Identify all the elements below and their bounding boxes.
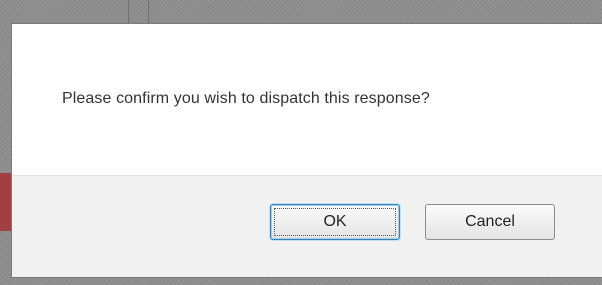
- background-divider: [148, 0, 149, 24]
- cancel-button-label: Cancel: [465, 213, 515, 230]
- ok-button[interactable]: OK: [270, 204, 400, 240]
- cancel-button[interactable]: Cancel: [425, 204, 555, 240]
- ok-button-label: OK: [323, 213, 347, 230]
- background-accent-strip: [0, 173, 12, 231]
- confirm-dialog: Please confirm you wish to dispatch this…: [12, 24, 602, 277]
- dialog-footer: OK Cancel: [12, 175, 602, 277]
- dialog-body: Please confirm you wish to dispatch this…: [12, 24, 602, 175]
- background-divider: [128, 0, 129, 24]
- dialog-message: Please confirm you wish to dispatch this…: [62, 90, 430, 107]
